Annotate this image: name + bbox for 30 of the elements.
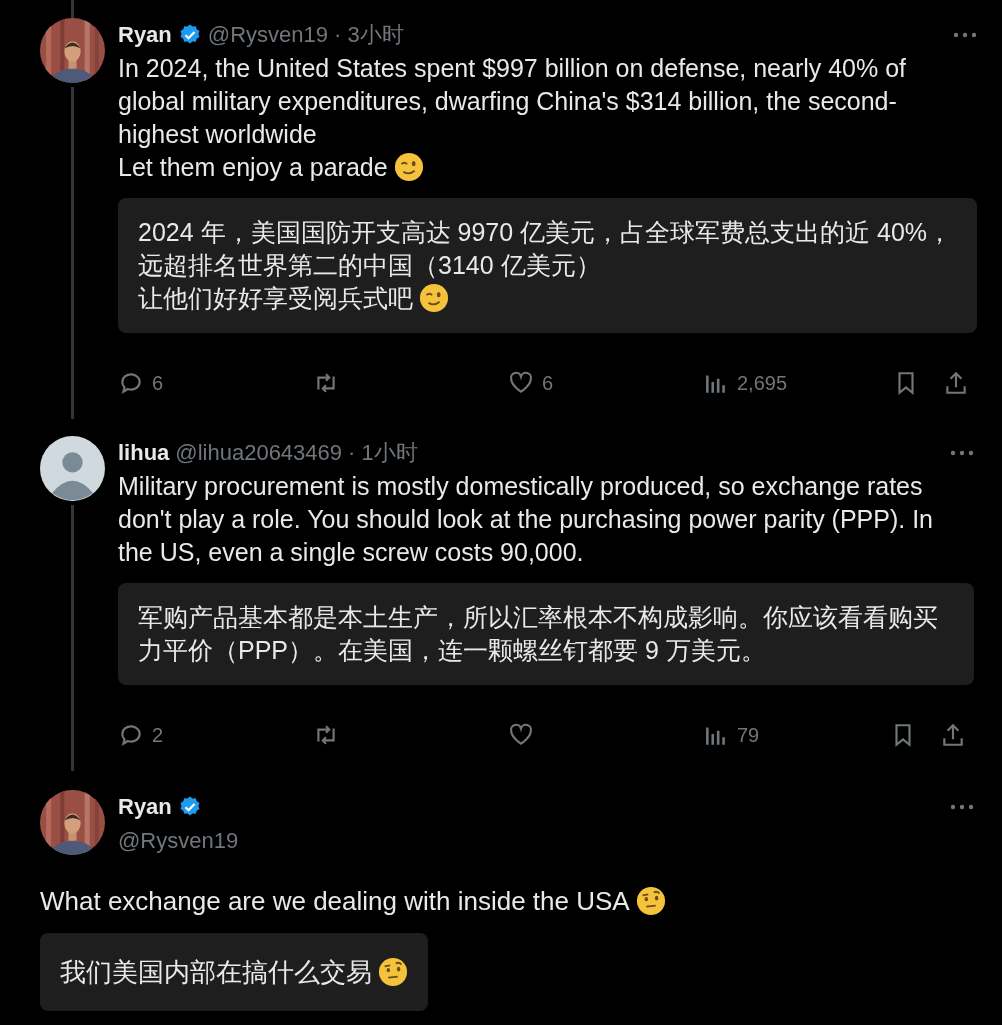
post-text: In 2024, the United States spent $997 billion on defense, nearly 40% of global military expenditures, dwarfing China's $314 billion, the second-highest worldwide Let them enjoy a parade xyxy=(118,53,908,184)
translation-text: 我们美国内部在搞什么交易 xyxy=(60,957,372,987)
heart-icon[interactable] xyxy=(508,370,534,396)
author-name[interactable]: lihua xyxy=(118,440,170,466)
share-icon[interactable] xyxy=(940,722,966,748)
more-options-icon[interactable] xyxy=(950,450,974,456)
post-time: · 3小时 xyxy=(333,21,404,49)
more-options-icon[interactable] xyxy=(950,804,974,810)
reply-icon[interactable] xyxy=(118,370,144,396)
author-handle[interactable]: @Rysven19 xyxy=(118,828,239,854)
heart-icon[interactable] xyxy=(508,722,534,748)
more-options-icon[interactable] xyxy=(953,32,978,38)
view-count: 79 xyxy=(737,723,760,747)
reply-count: 6 xyxy=(152,371,164,395)
post-time: · 1小时 xyxy=(348,439,418,467)
like-count: 6 xyxy=(542,371,554,395)
author-handle[interactable]: @Rysven19 xyxy=(207,22,328,48)
translation-text: 让他们好好享受阅兵式吧 xyxy=(138,284,413,312)
author-name[interactable]: Ryan xyxy=(118,22,172,48)
view-count: 2,695 xyxy=(737,371,788,395)
post-text: What exchange are we dealing with inside the USA xyxy=(40,883,974,919)
translation-text: 2024 年，美国国防开支高达 9970 亿美元，占全球军费总支出的近 40%， xyxy=(138,218,953,246)
translation-text: 军购产品基本都是本土生产，所以汇率根本不构成影响。你应该看看购买 xyxy=(138,603,938,631)
translation-text: 力平价（PPP）。在美国，连一颗螺丝钉都要 9 万美元。 xyxy=(138,636,766,664)
reply-count: 2 xyxy=(152,723,164,747)
post-text: Military procurement is mostly domestically produced, so exchange rates don't play a role. You should look at the purchasing power parity (PPP). In the US, even a single screw costs 90,000. xyxy=(118,471,934,568)
author-name[interactable]: Ryan xyxy=(118,794,172,820)
reply-icon[interactable] xyxy=(118,722,144,748)
author-handle[interactable]: @lihua20643469 xyxy=(175,440,343,466)
translation-text: 远超排名世界第二的中国（3140 亿美元） xyxy=(138,251,601,279)
